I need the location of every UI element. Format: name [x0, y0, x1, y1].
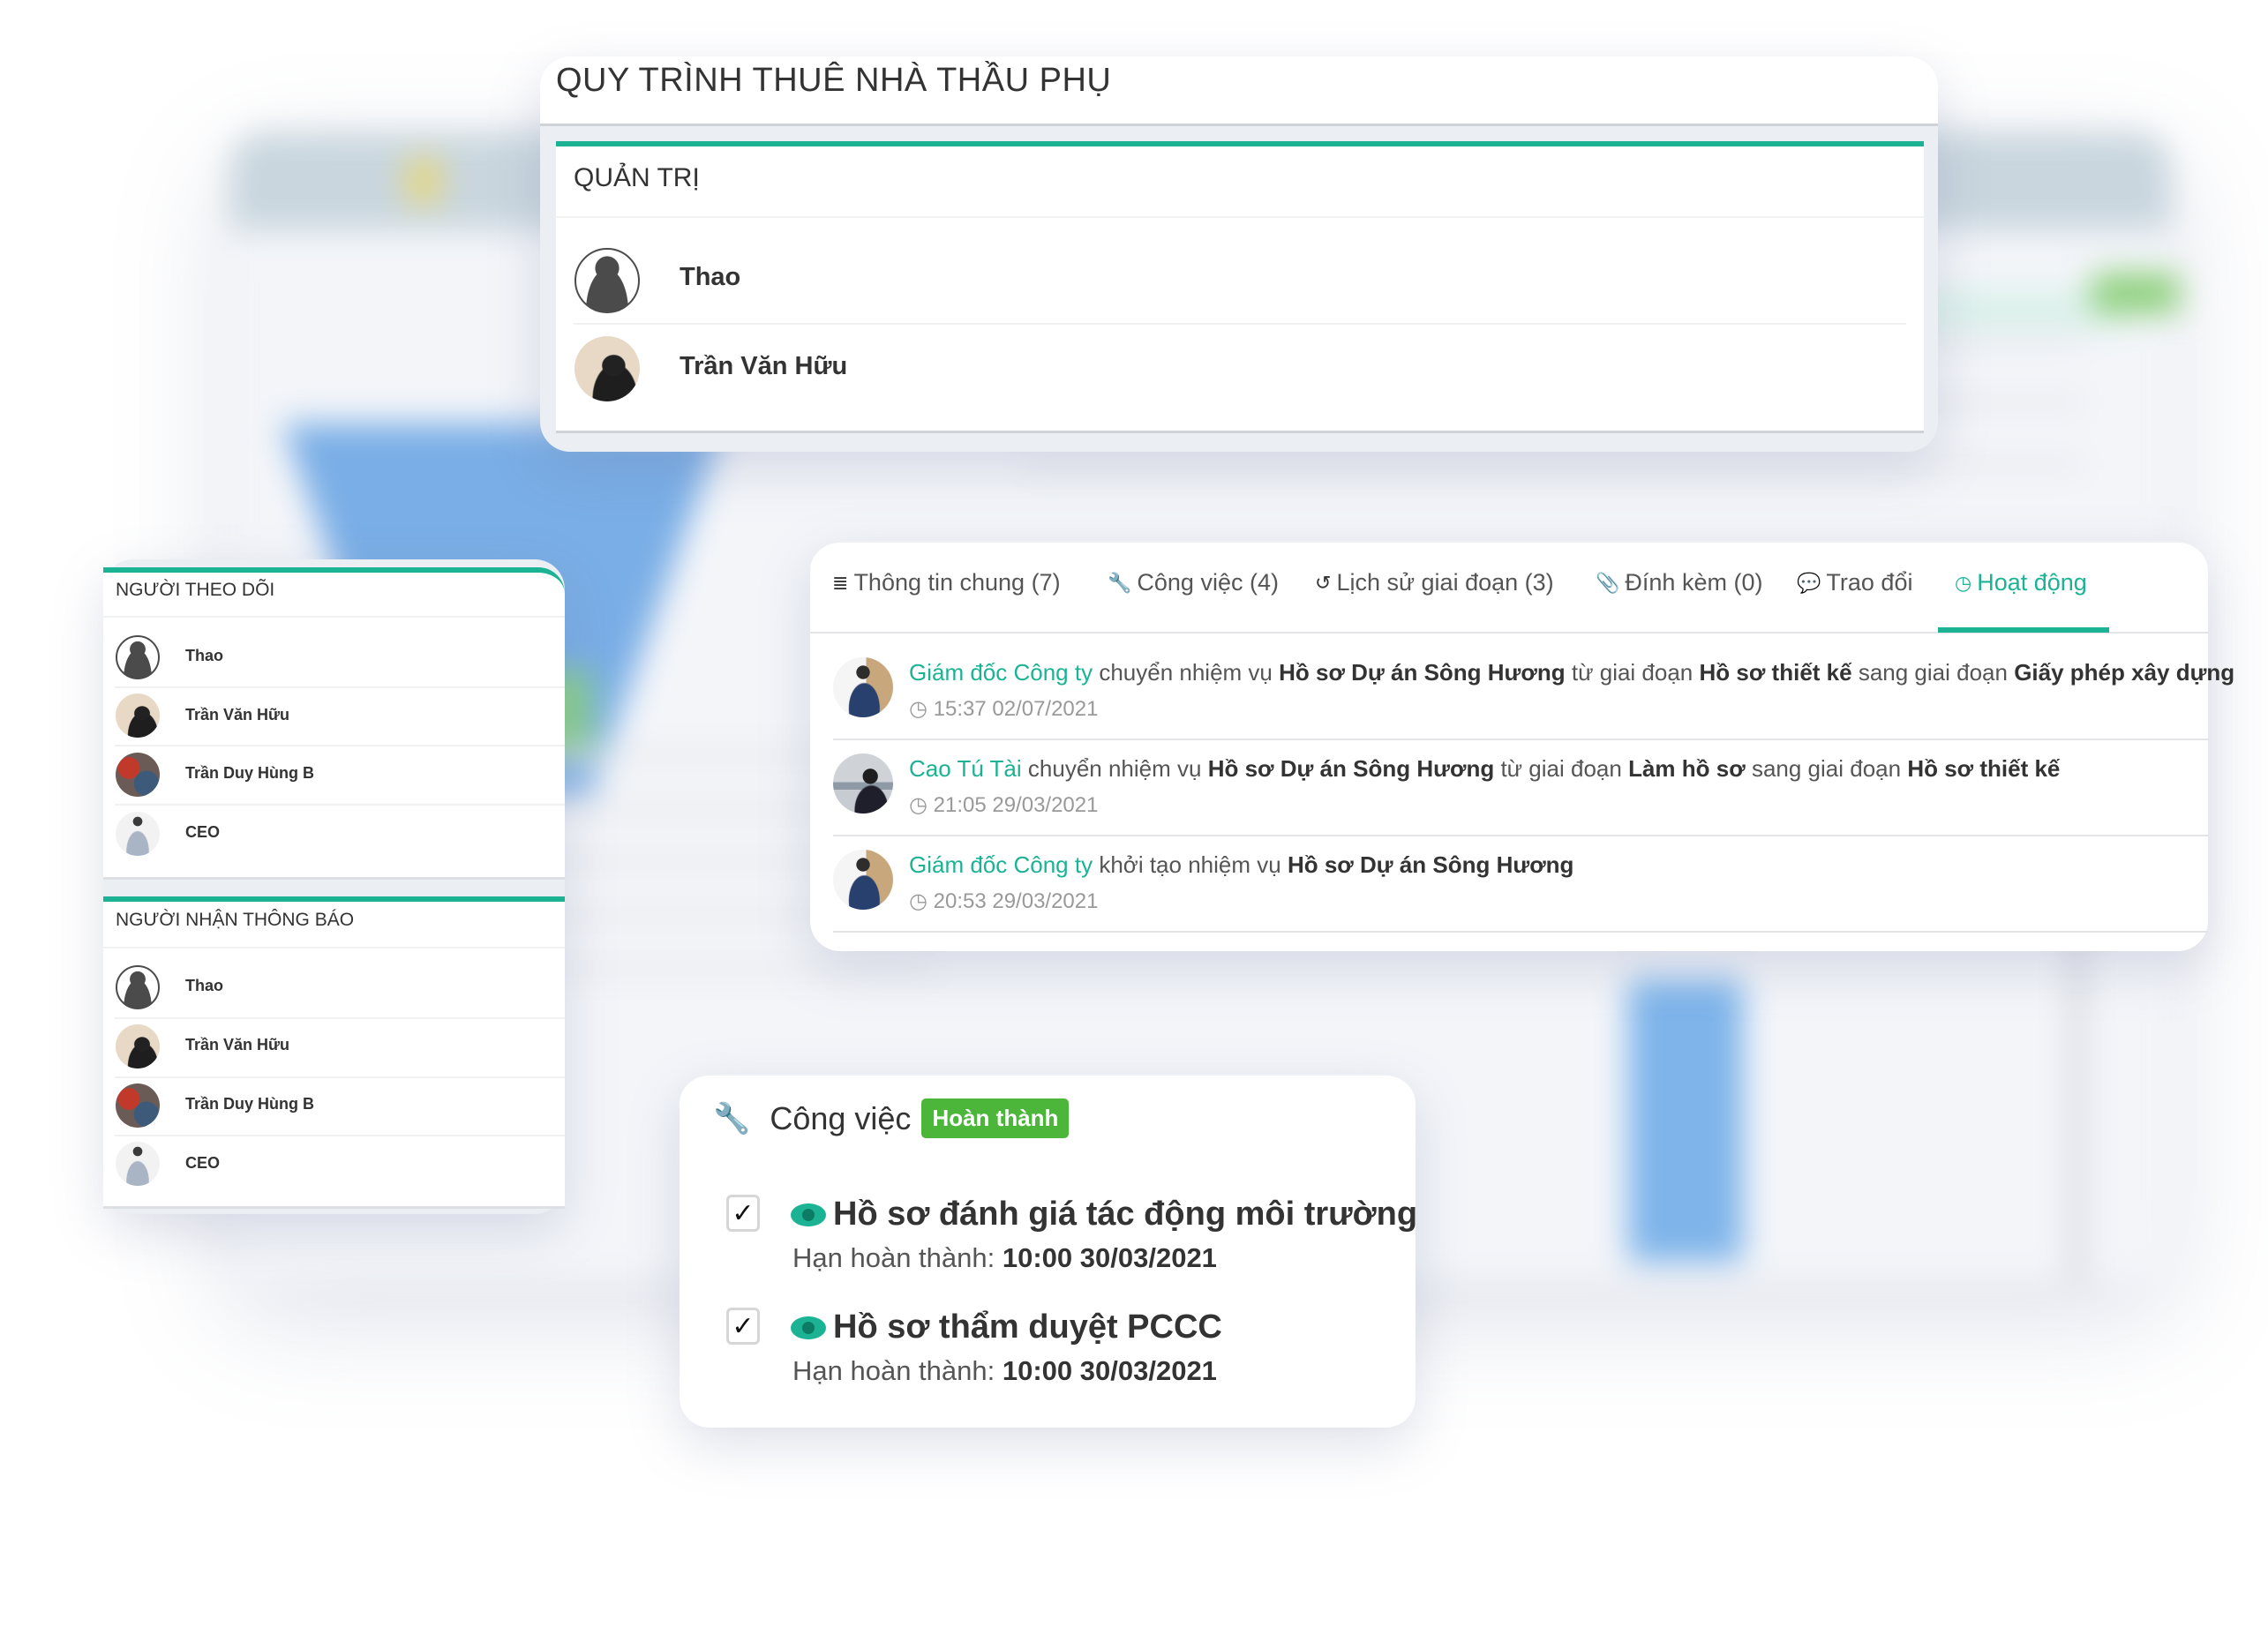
activity-from-stage: Làm hồ sơ — [1628, 755, 1746, 782]
status-badge: Hoàn thành — [921, 1098, 1070, 1138]
avatar-tran-duy-hung-b[interactable] — [116, 753, 160, 797]
activity-actor-link[interactable]: Giám đốc Công ty — [909, 851, 1093, 878]
admin-section-title: QUẢN TRỊ — [574, 163, 700, 192]
avatar-cao-tu-tai[interactable] — [833, 754, 893, 814]
admin-member-name[interactable]: Thao — [680, 263, 740, 292]
followers-card — [103, 567, 565, 877]
tab-label: Trao đổi — [1826, 569, 1913, 596]
row-divider — [115, 1135, 565, 1136]
follower-name[interactable]: Trần Duy Hùng B — [185, 764, 314, 783]
follower-name[interactable]: Thao — [185, 647, 223, 665]
clock-icon: ◷ — [909, 793, 927, 817]
activity-from-stage: Hồ sơ thiết kế — [1699, 659, 1852, 686]
tab-general-info[interactable]: ≣ Thông tin chung (7) — [832, 569, 1061, 596]
paperclip-icon: 📎 — [1596, 571, 1620, 594]
activity-task-name: Hồ sơ Dự án Sông Hương — [1279, 659, 1566, 686]
admin-row-divider — [574, 323, 1906, 325]
activity-entry-text: Giám đốc Công ty chuyển nhiệm vụ Hồ sơ D… — [909, 659, 2235, 686]
admin-header-divider — [556, 216, 1924, 218]
admin-member-name[interactable]: Trần Văn Hữu — [680, 352, 847, 381]
activity-to-stage: Hồ sơ thiết kế — [1907, 755, 2061, 782]
avatar-giam-doc-cong-ty[interactable] — [833, 657, 893, 717]
row-divider — [115, 1076, 565, 1078]
notified-name[interactable]: Thao — [185, 977, 223, 995]
clock-icon: ◷ — [909, 889, 927, 913]
avatar-thao[interactable] — [116, 965, 160, 1009]
tab-discussion[interactable]: 💬 Trao đổi — [1797, 569, 1912, 596]
row-divider — [115, 686, 565, 688]
tab-activity[interactable]: ◷ Hoạt động — [1955, 569, 2087, 596]
background-logo — [406, 159, 441, 203]
followers-header-divider — [103, 616, 565, 618]
background-button — [2092, 274, 2180, 313]
eye-icon[interactable] — [791, 1203, 826, 1226]
follower-name[interactable]: Trần Văn Hữu — [185, 706, 289, 724]
tab-label: Công việc (4) — [1137, 569, 1279, 596]
notified-card — [103, 896, 565, 1206]
activity-actor-link[interactable]: Giám đốc Công ty — [909, 659, 1093, 686]
task-item-title[interactable]: Hồ sơ thẩm duyệt PCCC — [791, 1308, 1222, 1346]
clock-icon: ◷ — [1955, 571, 1972, 594]
notified-name[interactable]: Trần Văn Hữu — [185, 1036, 289, 1054]
task-checkbox[interactable]: ✓ — [726, 1195, 760, 1232]
avatar-thao[interactable] — [575, 248, 640, 313]
task-card-header: 🔧 Công việc Hoàn thành — [713, 1098, 1070, 1138]
task-deadline: Hạn hoàn thành: 10:00 30/03/2021 — [792, 1242, 1217, 1273]
activity-task-name: Hồ sơ Dự án Sông Hương — [1287, 851, 1574, 878]
background-bar-chart — [1628, 979, 1743, 1262]
check-icon: ✓ — [732, 1311, 755, 1341]
avatar-tran-duy-hung-b[interactable] — [116, 1083, 160, 1128]
task-checkbox[interactable]: ✓ — [726, 1308, 760, 1345]
avatar-giam-doc-cong-ty[interactable] — [833, 850, 893, 910]
avatar-tran-van-huu[interactable] — [575, 336, 640, 401]
activity-divider — [833, 739, 2208, 740]
check-icon: ✓ — [732, 1198, 755, 1228]
activity-task-name: Hồ sơ Dự án Sông Hương — [1207, 755, 1495, 782]
list-icon: ≣ — [832, 571, 849, 594]
tab-label: Đính kèm (0) — [1625, 569, 1763, 596]
activity-divider — [833, 931, 2208, 933]
activity-to-stage: Giấy phép xây dựng — [2014, 659, 2235, 686]
notified-title: NGƯỜI NHẬN THÔNG BÁO — [116, 910, 355, 930]
avatar-tran-van-huu[interactable] — [116, 694, 160, 738]
tab-stage-history[interactable]: ↺ Lịch sử giai đoạn (3) — [1315, 569, 1554, 596]
task-item-title[interactable]: Hồ sơ đánh giá tác động môi trường — [791, 1196, 1417, 1233]
activity-time: ◷ 21:05 29/03/2021 — [909, 793, 1099, 817]
activity-divider — [833, 835, 2208, 836]
wrench-icon: 🔧 — [1108, 571, 1132, 594]
tab-attachments[interactable]: 📎 Đính kèm (0) — [1596, 569, 1762, 596]
activity-time: ◷ 15:37 02/07/2021 — [909, 697, 1099, 721]
tab-label: Thông tin chung (7) — [853, 569, 1061, 596]
task-card-title: Công việc — [770, 1099, 912, 1136]
followers-title: NGƯỜI THEO DÕI — [116, 580, 275, 600]
activity-entry-text: Cao Tú Tài chuyển nhiệm vụ Hồ sơ Dự án S… — [909, 755, 2061, 782]
row-divider — [115, 804, 565, 806]
avatar-ceo[interactable] — [116, 812, 160, 856]
tab-label: Hoạt động — [1977, 569, 2087, 596]
active-tab-indicator — [1938, 627, 2109, 633]
notified-header-divider — [103, 947, 565, 948]
row-divider — [115, 745, 565, 746]
tab-label: Lịch sử giai đoạn (3) — [1336, 569, 1554, 596]
activity-actor-link[interactable]: Cao Tú Tài — [909, 755, 1022, 782]
follower-name[interactable]: CEO — [185, 823, 220, 842]
notified-name[interactable]: Trần Duy Hùng B — [185, 1095, 314, 1113]
admin-section — [556, 141, 1924, 431]
notified-name[interactable]: CEO — [185, 1154, 220, 1173]
clock-icon: ◷ — [909, 697, 927, 721]
comments-icon: 💬 — [1797, 571, 1821, 594]
avatar-tran-van-huu[interactable] — [116, 1024, 160, 1068]
activity-time: ◷ 20:53 29/03/2021 — [909, 889, 1099, 913]
avatar-ceo[interactable] — [116, 1142, 160, 1186]
eye-icon[interactable] — [791, 1316, 826, 1339]
activity-entry-text: Giám đốc Công ty khởi tạo nhiệm vụ Hồ sơ… — [909, 851, 1574, 878]
process-title: QUY TRÌNH THUÊ NHÀ THẦU PHỤ — [556, 62, 1112, 99]
task-deadline: Hạn hoàn thành: 10:00 30/03/2021 — [792, 1355, 1217, 1386]
background-scrollbar — [2069, 926, 2085, 1279]
avatar-thao[interactable] — [116, 635, 160, 679]
wrench-icon: 🔧 — [713, 1101, 751, 1136]
history-icon: ↺ — [1315, 571, 1332, 594]
tab-tasks[interactable]: 🔧 Công việc (4) — [1108, 569, 1279, 596]
row-divider — [115, 1017, 565, 1019]
